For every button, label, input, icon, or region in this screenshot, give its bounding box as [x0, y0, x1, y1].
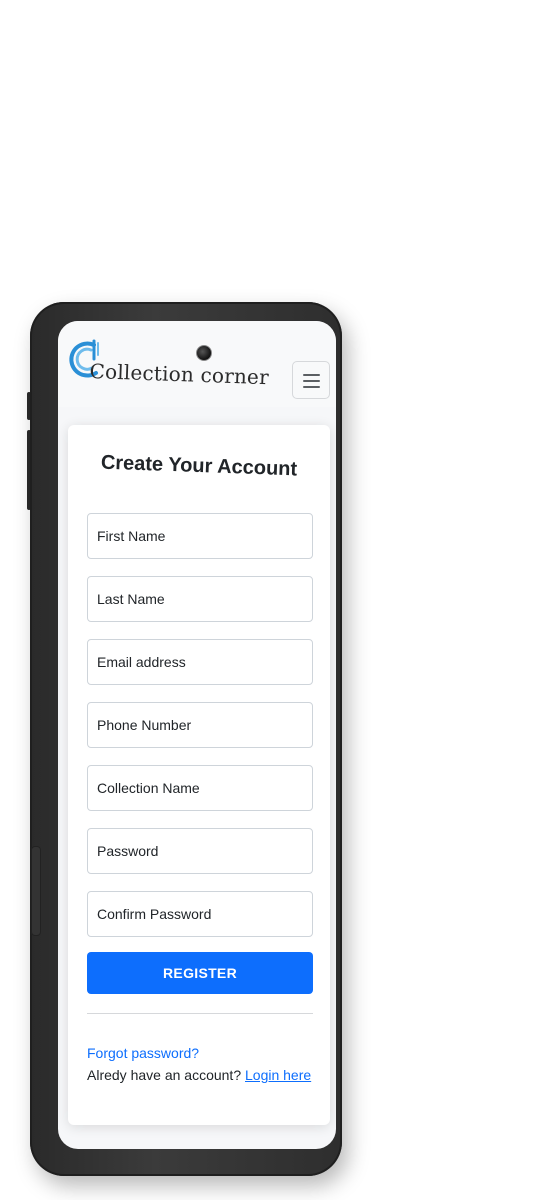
- have-account-text: Alredy have an account?: [87, 1067, 242, 1083]
- phone-screen: Collection corner Create Your Account Fi…: [58, 321, 336, 1149]
- collection-name-placeholder: Collection Name: [97, 780, 200, 796]
- confirm-password-placeholder: Confirm Password: [97, 906, 212, 922]
- email-placeholder: Email address: [97, 654, 186, 670]
- register-card: Create Your Account First Name Last Name…: [68, 425, 330, 1125]
- email-field[interactable]: Email address: [87, 639, 313, 685]
- hamburger-menu-icon: [303, 380, 320, 382]
- confirm-password-field[interactable]: Confirm Password: [87, 891, 313, 937]
- phone-volume-button: [31, 846, 41, 936]
- register-button[interactable]: REGISTER: [87, 952, 313, 994]
- last-name-field[interactable]: Last Name: [87, 576, 313, 622]
- front-camera: [196, 345, 212, 361]
- login-prompt: Alredy have an account? Login here: [87, 1067, 311, 1083]
- phone-number-field[interactable]: Phone Number: [87, 702, 313, 748]
- brand-logo[interactable]: Collection corner: [68, 335, 269, 389]
- menu-toggle-button[interactable]: [292, 361, 330, 399]
- first-name-placeholder: First Name: [97, 528, 166, 544]
- collection-name-field[interactable]: Collection Name: [87, 765, 313, 811]
- forgot-password-link[interactable]: Forgot password?: [87, 1045, 199, 1061]
- navbar: Collection corner: [58, 321, 336, 407]
- login-link[interactable]: Login here: [245, 1067, 311, 1083]
- hamburger-menu-icon: [303, 386, 320, 388]
- stage: Collection corner Create Your Account Fi…: [0, 0, 556, 1200]
- divider: [87, 1013, 313, 1014]
- password-placeholder: Password: [97, 843, 159, 859]
- brand-name: Collection corner: [89, 359, 270, 390]
- first-name-field[interactable]: First Name: [87, 513, 313, 559]
- page-title: Create Your Account: [100, 451, 298, 481]
- last-name-placeholder: Last Name: [97, 591, 165, 607]
- phone-number-placeholder: Phone Number: [97, 717, 192, 733]
- password-field[interactable]: Password: [87, 828, 313, 874]
- hamburger-menu-icon: [303, 374, 320, 376]
